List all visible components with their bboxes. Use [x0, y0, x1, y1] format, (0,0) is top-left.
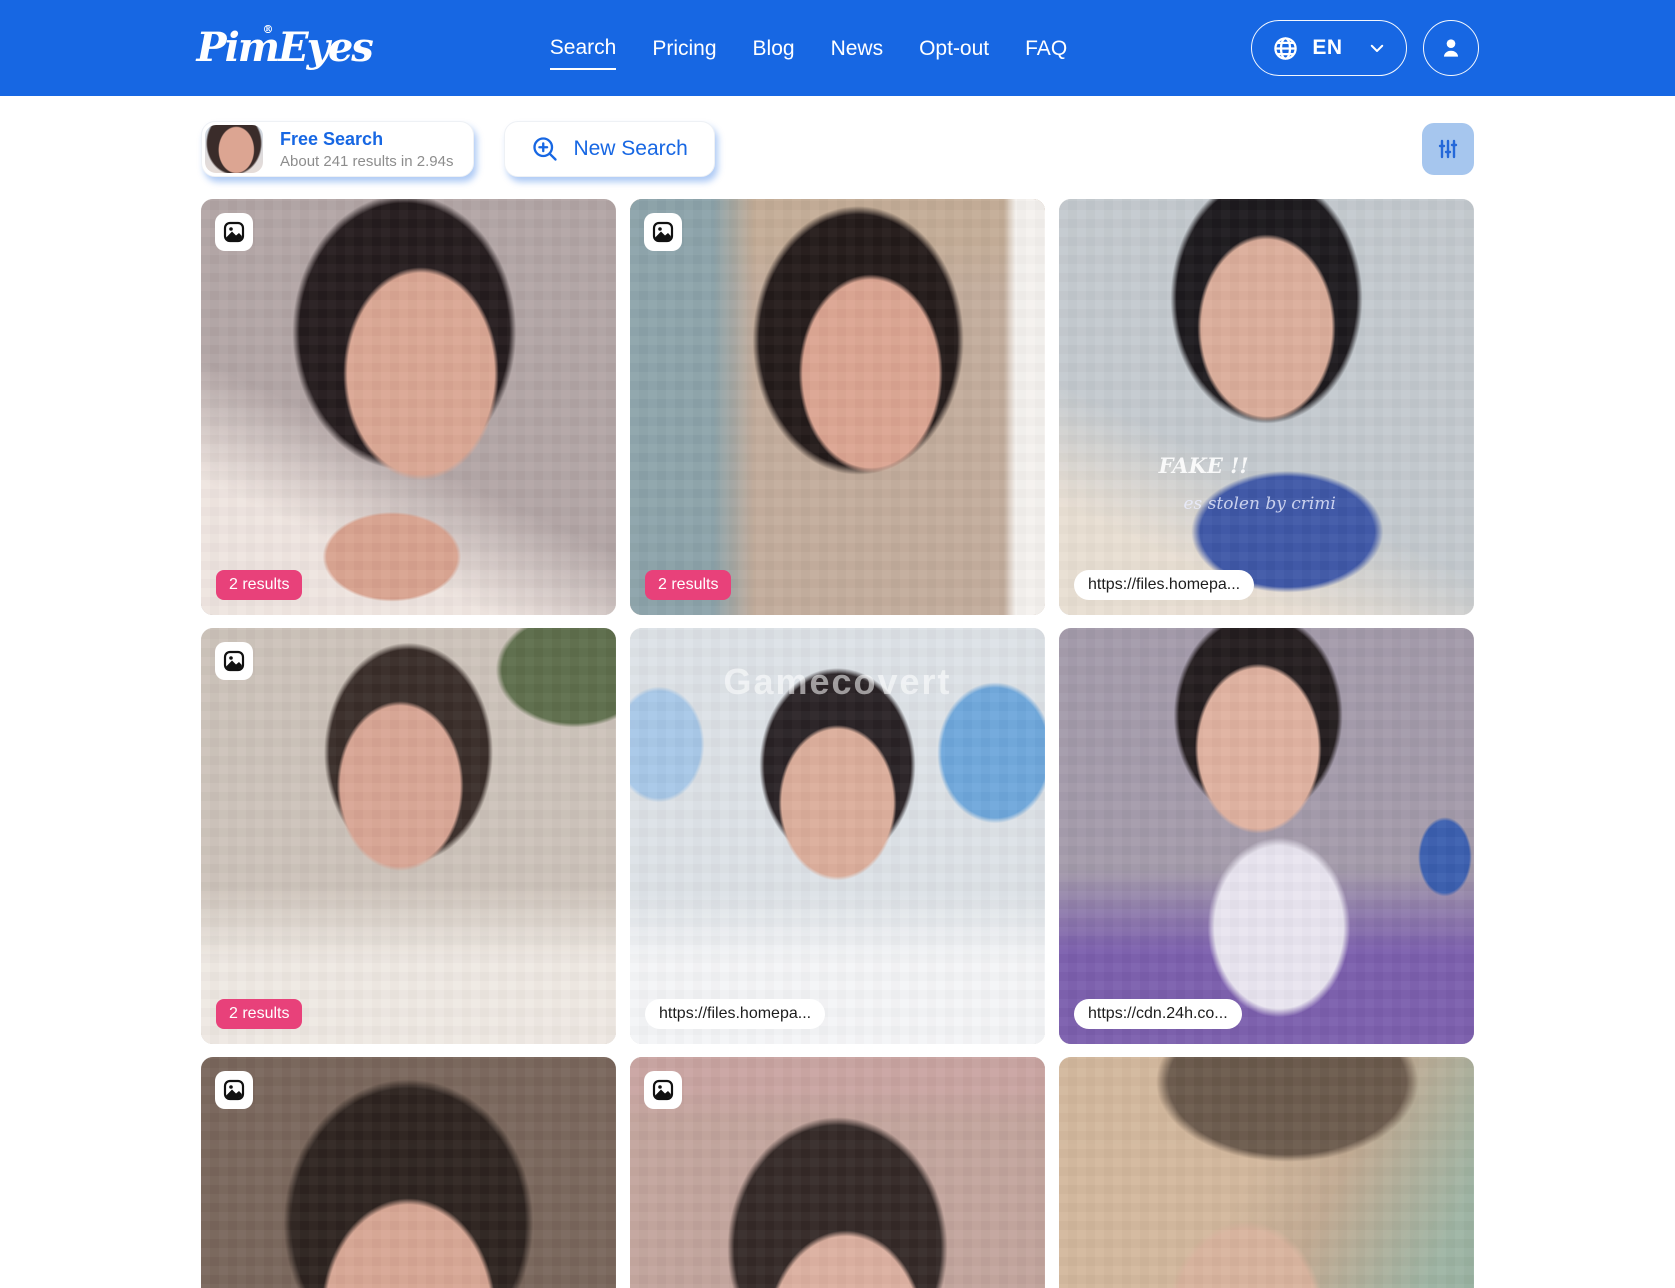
language-selector[interactable]: EN — [1251, 20, 1406, 76]
logo-text: PimEyes — [197, 24, 372, 71]
sliders-icon — [1436, 137, 1460, 161]
app-header: PimEyes ® Search Pricing Blog News Opt-out FA… — [0, 0, 1675, 96]
result-card[interactable]: 2 results — [201, 199, 616, 615]
result-card[interactable] — [201, 1057, 616, 1288]
source-url-badge[interactable]: https://cdn.24h.co... — [1074, 999, 1242, 1029]
globe-icon — [1272, 35, 1299, 62]
filter-button[interactable] — [1422, 123, 1474, 175]
result-card[interactable] — [630, 1057, 1045, 1288]
photo-type-icon — [215, 213, 253, 251]
account-button[interactable] — [1423, 20, 1479, 76]
result-photo — [1059, 1057, 1474, 1288]
nav-item-pricing[interactable]: Pricing — [652, 27, 716, 69]
nav-item-opt-out[interactable]: Opt-out — [919, 27, 989, 69]
nav-item-blog[interactable]: Blog — [753, 27, 795, 69]
nav-item-news[interactable]: News — [831, 27, 884, 69]
result-card[interactable]: 2 results — [630, 199, 1045, 615]
photo-type-icon — [215, 642, 253, 680]
result-photo — [1059, 199, 1474, 615]
result-card[interactable] — [1059, 1057, 1474, 1288]
source-url-badge[interactable]: https://files.homepa... — [645, 999, 825, 1029]
query-face-thumbnail — [205, 125, 263, 173]
photo-type-icon — [215, 1071, 253, 1109]
result-photo — [201, 1057, 616, 1288]
results-count-badge: 2 results — [216, 999, 302, 1029]
result-photo — [1059, 628, 1474, 1044]
result-photo — [201, 199, 616, 615]
result-photo — [630, 628, 1045, 1044]
free-search-title: Free Search — [280, 129, 453, 150]
user-icon — [1438, 35, 1464, 61]
result-photo — [630, 199, 1045, 615]
result-card[interactable]: https://files.homepa... FAKE !! es stole… — [1059, 199, 1474, 615]
chevron-down-icon — [1368, 39, 1386, 57]
registered-mark: ® — [263, 24, 274, 35]
nav-item-search[interactable]: Search — [550, 26, 617, 70]
results-toolbar: Free Search About 241 results in 2.94s N… — [201, 121, 1474, 177]
photo-type-icon — [644, 213, 682, 251]
language-label: EN — [1312, 36, 1342, 60]
magnifier-plus-icon — [531, 135, 559, 163]
free-search-chip[interactable]: Free Search About 241 results in 2.94s — [201, 121, 474, 177]
result-photo — [630, 1057, 1045, 1288]
main-nav: Search Pricing Blog News Opt-out FAQ — [550, 26, 1067, 70]
result-photo — [201, 628, 616, 1044]
new-search-label: New Search — [573, 137, 687, 161]
results-grid: 2 results 2 results https://files.homepa… — [201, 199, 1474, 1288]
results-count-badge: 2 results — [216, 570, 302, 600]
source-url-badge[interactable]: https://files.homepa... — [1074, 570, 1254, 600]
results-meta: About 241 results in 2.94s — [280, 153, 453, 170]
results-count-badge: 2 results — [645, 570, 731, 600]
logo[interactable]: PimEyes ® — [197, 28, 382, 68]
new-search-button[interactable]: New Search — [504, 121, 714, 177]
nav-item-faq[interactable]: FAQ — [1025, 27, 1067, 69]
photo-type-icon — [644, 1071, 682, 1109]
result-card[interactable]: 2 results — [201, 628, 616, 1044]
result-card[interactable]: https://cdn.24h.co... — [1059, 628, 1474, 1044]
result-card[interactable]: https://files.homepa... Gamecovert — [630, 628, 1045, 1044]
